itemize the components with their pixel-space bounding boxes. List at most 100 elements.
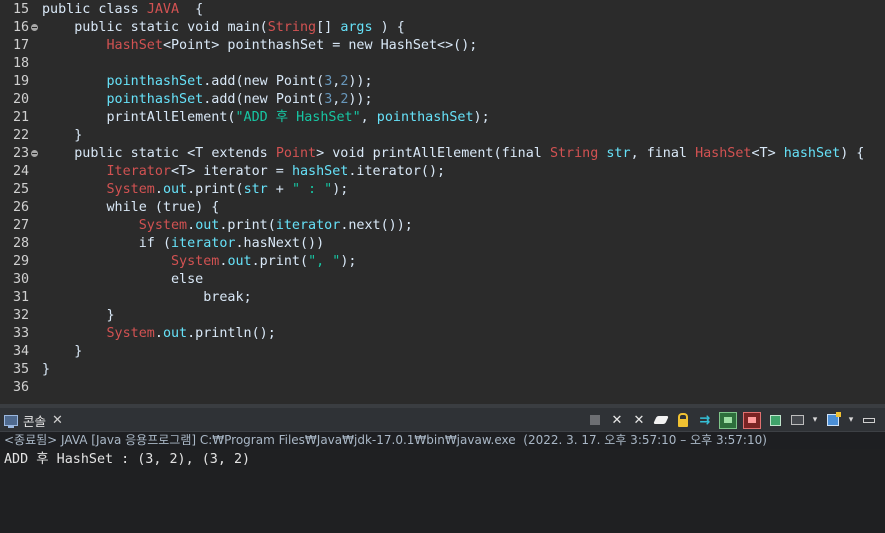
- code-token: .: [187, 218, 196, 233]
- code-line[interactable]: 18: [0, 55, 43, 73]
- code-token: while: [106, 200, 155, 215]
- code-editor[interactable]: 15 public class JAVA {16 public static vo…: [0, 0, 885, 404]
- code-token: ", ": [308, 254, 341, 269]
- code-token: .iterator();: [348, 164, 446, 179]
- code-token: .next());: [340, 218, 413, 233]
- code-token: new: [243, 92, 276, 107]
- clear-console-button[interactable]: [653, 412, 669, 428]
- code-token: else: [171, 272, 204, 287]
- code-line[interactable]: 20 pointhashSet.add(new Point(3,2));: [0, 91, 373, 109]
- code-line[interactable]: 26 while (true) {: [0, 199, 219, 217]
- minimize-button[interactable]: [861, 412, 877, 428]
- code-token: main(: [227, 20, 268, 35]
- code-token: <T>: [751, 146, 784, 161]
- console-output-text: ADD 후 HashSet : (3, 2), (3, 2): [4, 452, 251, 467]
- code-token: iterator: [275, 218, 341, 233]
- line-number: 26: [13, 200, 30, 215]
- code-token: public static: [74, 146, 188, 161]
- line-number: 20: [13, 92, 30, 107]
- code-token: +: [267, 182, 292, 197]
- code-token: System: [171, 254, 220, 269]
- pin-console-button[interactable]: [767, 412, 783, 428]
- show-on-stderr-button[interactable]: [743, 411, 761, 429]
- close-icon[interactable]: ✕: [52, 413, 63, 428]
- tab-console[interactable]: 콘솔 ✕: [4, 410, 63, 430]
- code-line[interactable]: 22 }: [0, 127, 82, 145]
- console-output[interactable]: ADD 후 HashSet : (3, 2), (3, 2): [0, 449, 885, 533]
- code-line[interactable]: 16 public static void main(String[] args…: [0, 19, 405, 37]
- code-line[interactable]: 29 System.out.print(", ");: [0, 253, 356, 271]
- terminate-button[interactable]: [587, 412, 603, 428]
- code-line[interactable]: 19 pointhashSet.add(new Point(3,2));: [0, 73, 373, 91]
- code-line[interactable]: 17 HashSet<Point> pointhashSet = new Has…: [0, 37, 477, 55]
- code-line[interactable]: 36: [0, 379, 43, 397]
- code-token: Point: [275, 146, 317, 161]
- code-line[interactable]: 15 public class JAVA {: [0, 1, 203, 19]
- code-token: (: [154, 200, 163, 215]
- code-token: .: [154, 182, 163, 197]
- line-number: 29: [13, 254, 30, 269]
- code-line[interactable]: 30 else: [0, 271, 203, 289]
- code-token: final: [501, 146, 550, 161]
- code-token: }: [42, 128, 83, 143]
- code-token: HashSet: [106, 38, 163, 53]
- launch-info: <종료됨> JAVA [Java 응용프로그램] C:₩Program File…: [4, 433, 767, 447]
- code-token: ,: [630, 146, 647, 161]
- open-console-dropdown[interactable]: ▾: [847, 412, 855, 428]
- code-token: ));: [348, 74, 373, 89]
- word-wrap-button[interactable]: ⇉: [697, 412, 713, 428]
- code-text: }: [42, 343, 82, 361]
- open-console-button[interactable]: [825, 412, 841, 428]
- code-token: break: [203, 290, 244, 305]
- remove-all-terminated-button[interactable]: ✕: [631, 412, 647, 428]
- show-on-stdout-button[interactable]: [719, 411, 737, 429]
- code-text: System.out.println();: [42, 325, 276, 343]
- code-token: iterator: [171, 236, 236, 251]
- code-token: {: [179, 2, 204, 17]
- code-token: hashSet: [291, 164, 349, 179]
- code-token: String: [549, 146, 599, 161]
- code-token: .: [154, 326, 163, 341]
- code-token: System: [106, 326, 155, 341]
- code-token: out: [227, 254, 252, 269]
- code-token: hashSet: [783, 146, 841, 161]
- code-line[interactable]: 24 Iterator<T> iterator = hashSet.iterat…: [0, 163, 445, 181]
- code-line[interactable]: 28 if (iterator.hasNext()): [0, 235, 324, 253]
- fold-toggle-icon[interactable]: [31, 24, 38, 31]
- code-token: .add(: [203, 74, 244, 89]
- code-line[interactable]: 34 }: [0, 343, 82, 361]
- line-number: 36: [13, 380, 30, 395]
- code-token: System: [106, 182, 155, 197]
- line-number: 21: [13, 110, 30, 125]
- line-number: 33: [13, 326, 30, 341]
- code-line[interactable]: 23 public static <T extends Point> void …: [0, 145, 864, 163]
- code-token: <T: [187, 146, 212, 161]
- code-line[interactable]: 33 System.out.println();: [0, 325, 276, 343]
- code-line[interactable]: 21 printAllElement("ADD 후 HashSet", poin…: [0, 109, 490, 127]
- code-token: true: [162, 200, 196, 215]
- code-line[interactable]: 25 System.out.print(str + " : ");: [0, 181, 348, 199]
- line-number: 22: [13, 128, 30, 143]
- code-token: str: [606, 146, 631, 161]
- code-line[interactable]: 32 }: [0, 307, 115, 325]
- code-token: new: [243, 74, 276, 89]
- fold-toggle-icon[interactable]: [31, 150, 38, 157]
- code-line[interactable]: 31 break;: [0, 289, 252, 307]
- code-token: void: [332, 146, 373, 161]
- display-console-button[interactable]: [789, 412, 805, 428]
- remove-launch-button[interactable]: ✕: [609, 412, 625, 428]
- code-line[interactable]: 35}: [0, 361, 50, 379]
- line-number: 34: [13, 344, 30, 359]
- line-number: 35: [13, 362, 30, 377]
- code-text: else: [42, 271, 203, 289]
- scroll-lock-button[interactable]: [675, 412, 691, 428]
- code-line[interactable]: 27 System.out.print(iterator.next());: [0, 217, 413, 235]
- display-console-dropdown[interactable]: ▾: [811, 412, 819, 428]
- code-token: HashSet: [695, 146, 752, 161]
